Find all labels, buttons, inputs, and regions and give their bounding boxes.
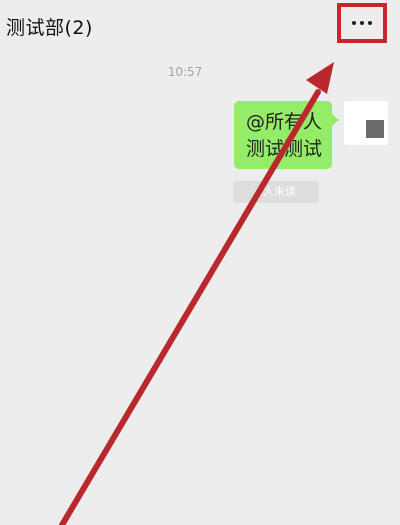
message-line-text: 测试测试: [246, 138, 323, 160]
chat-screen: 测试部(2) 10:57 @所有人 测试测试 1人未读: [0, 0, 400, 525]
chat-header: 测试部(2): [0, 0, 400, 52]
read-status-badge[interactable]: 1人未读: [233, 181, 319, 203]
message-line-mention: @所有人: [246, 111, 323, 133]
avatar-image: [366, 120, 384, 138]
chat-title: 测试部(2): [6, 17, 93, 39]
message-timestamp: 10:57: [167, 65, 203, 79]
more-options-button[interactable]: [337, 3, 387, 43]
avatar[interactable]: [344, 101, 388, 145]
more-horizontal-icon: [352, 21, 372, 25]
message-bubble[interactable]: @所有人 测试测试: [234, 101, 339, 169]
